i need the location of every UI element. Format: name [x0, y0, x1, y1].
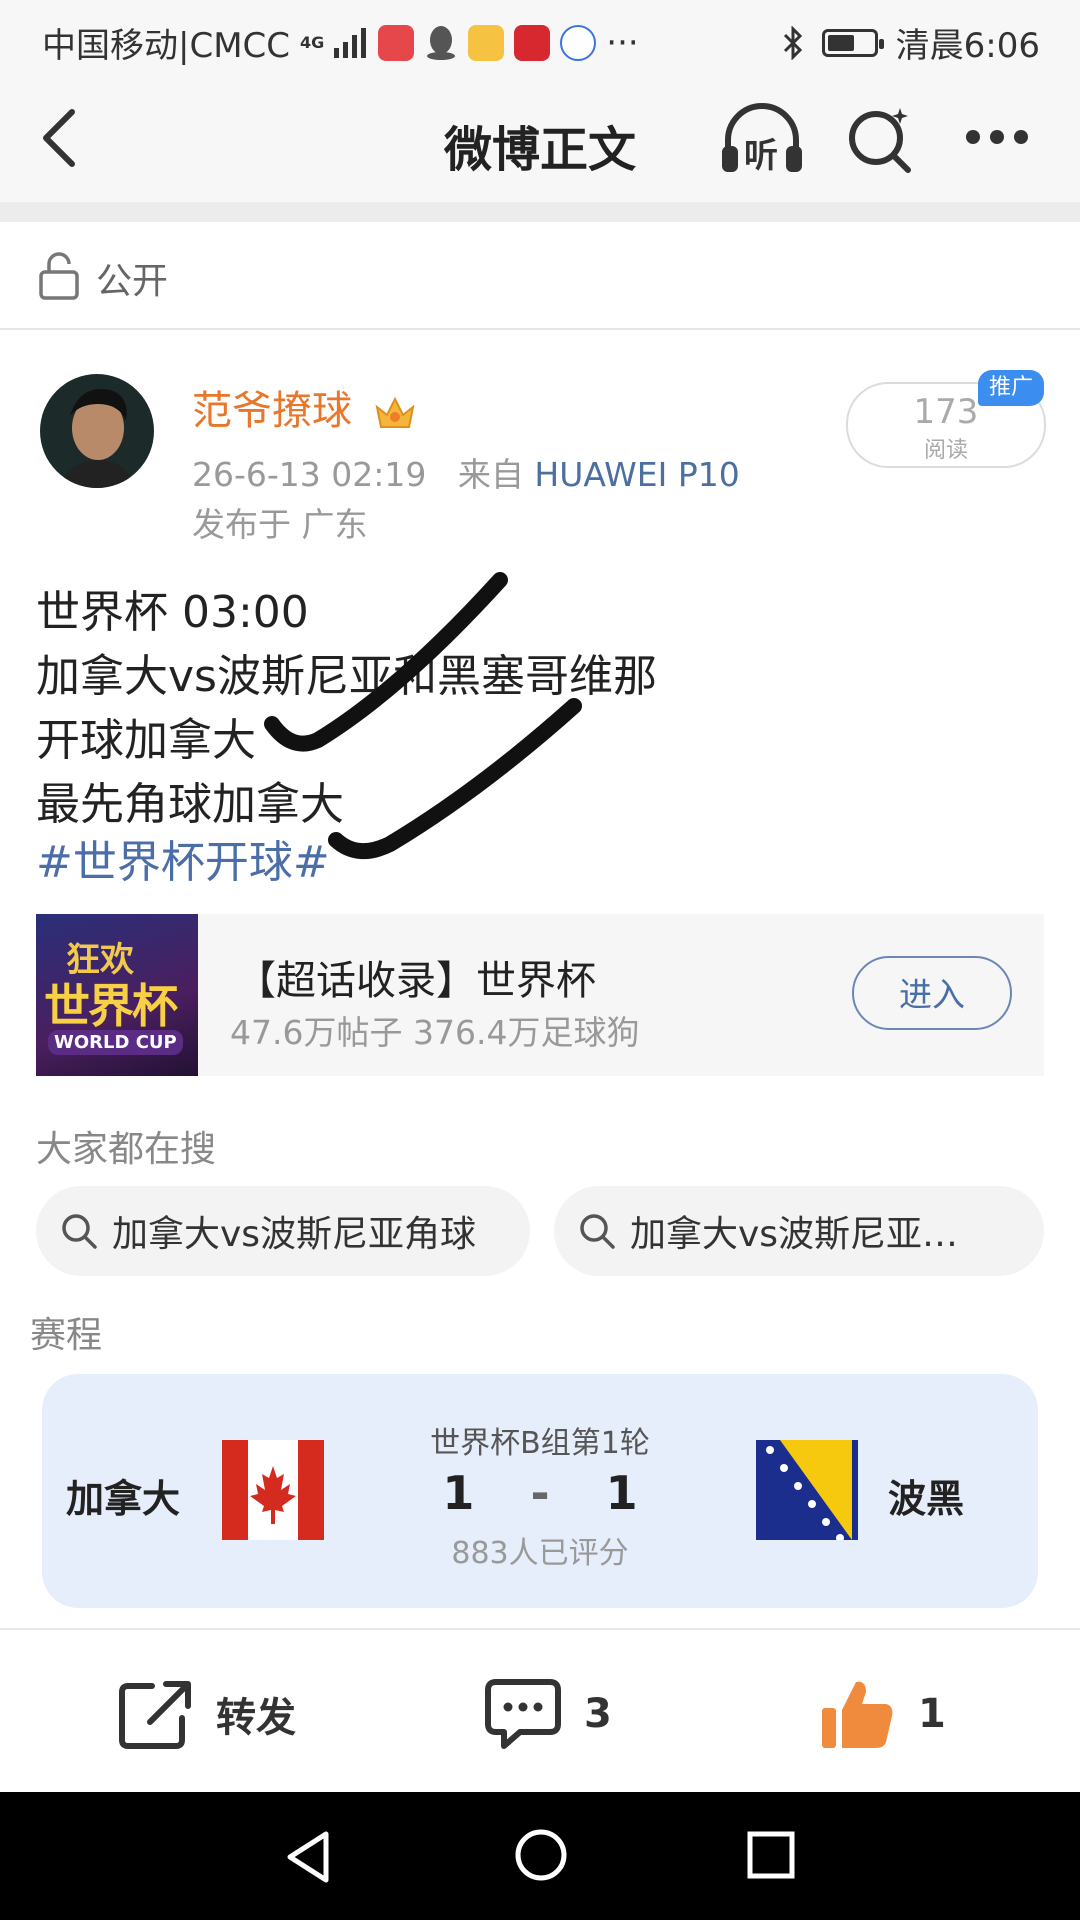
search-chip[interactable]: 加拿大vs波斯尼亚… [554, 1186, 1044, 1276]
match-ratings: 883人已评分 [451, 1536, 629, 1571]
search-chip[interactable]: 加拿大vs波斯尼亚角球 [36, 1186, 530, 1276]
repost-label: 转发 [216, 1695, 296, 1741]
source-prefix: 来自 [457, 455, 524, 494]
crown-icon [375, 396, 415, 428]
match-round: 世界杯B组第1轮 [430, 1426, 650, 1461]
search-icon [580, 1214, 615, 1249]
search-chip-label: 加拿大vs波斯尼亚… [630, 1214, 959, 1255]
leisu-icon [514, 24, 551, 61]
battery-icon [821, 28, 884, 57]
hot-search-heading: 大家都在搜 [36, 1129, 217, 1170]
top-nav-bar: 微博正文 听 [0, 76, 1080, 202]
like-count: 1 [918, 1691, 946, 1737]
post-meta: 26-6-13 02:19 来自 HUAWEI P10 [192, 448, 740, 496]
comment-button[interactable]: 3 [484, 1666, 612, 1762]
topic-thumbnail: 狂欢 世界杯 WORLD CUP [36, 914, 198, 1076]
weibo-icon [468, 24, 505, 61]
clock: 清晨6:06 [895, 26, 1040, 66]
home-score: 1 [442, 1466, 475, 1520]
bluetooth-icon [783, 25, 802, 60]
topic-stats: 47.6万帖子 376.4万足球狗 [230, 1013, 640, 1052]
author-name[interactable]: 范爷撩球 [192, 378, 417, 436]
post-line: 世界杯 03:00 [36, 587, 309, 638]
lock-icon [39, 252, 79, 300]
nav-recent-icon[interactable] [746, 1830, 796, 1880]
avatar[interactable] [40, 374, 154, 488]
post-timestamp: 26-6-13 02:19 [192, 455, 427, 494]
post-line: 最先角球加拿大 [36, 779, 344, 830]
section-gap [0, 202, 1080, 222]
page-title: 微博正文 [443, 122, 636, 178]
listen-button[interactable]: 听 [720, 102, 804, 178]
search-icon[interactable] [848, 104, 914, 174]
comment-count: 3 [584, 1691, 612, 1737]
divider [0, 1628, 1080, 1630]
more-icon[interactable] [964, 126, 1030, 148]
repost-button[interactable]: 转发 [118, 1666, 296, 1762]
source-device[interactable]: HUAWEI P10 [534, 455, 739, 494]
topic-title: 【超话收录】世界杯 [236, 958, 596, 1004]
carrier-label: 中国移动|CMCC [42, 26, 291, 66]
score-separator: - [530, 1466, 550, 1520]
visibility-row: 公开 [0, 222, 1080, 330]
baidu-icon [560, 24, 597, 61]
more-notifications: ··· [606, 22, 639, 63]
like-button[interactable]: 1 [818, 1666, 946, 1762]
super-topic-card[interactable]: 狂欢 世界杯 WORLD CUP 【超话收录】世界杯 47.6万帖子 376.4… [36, 914, 1044, 1076]
away-score: 1 [605, 1466, 638, 1520]
post-line: 加拿大vs波斯尼亚和黑塞哥维那 [36, 651, 657, 702]
read-label: 阅读 [923, 438, 968, 463]
away-team: 波黑 [888, 1477, 965, 1521]
status-bar: 中国移动|CMCC 4G ··· 清晨6:06 [0, 0, 1080, 76]
bosnia-flag-icon [756, 1440, 858, 1540]
nav-back-icon[interactable] [284, 1830, 332, 1884]
post-hashtag[interactable]: #世界杯开球# [36, 826, 330, 890]
topic-thumb-line2: 世界杯 [44, 979, 178, 1033]
qq-icon [427, 25, 456, 60]
system-navigation-bar [0, 1792, 1080, 1920]
author-name-text[interactable]: 范爷撩球 [192, 388, 352, 434]
repost-icon [119, 1681, 191, 1749]
like-icon [822, 1681, 893, 1748]
huawei-store-icon [378, 24, 415, 61]
topic-thumb-line3: WORLD CUP [48, 1030, 183, 1055]
enter-topic-button[interactable]: 进入 [852, 956, 1012, 1030]
schedule-heading: 赛程 [30, 1315, 103, 1356]
search-icon [62, 1214, 97, 1249]
post-line: 开球加拿大 [36, 715, 256, 766]
promo-badge: 推广 [978, 370, 1044, 406]
search-chip-label: 加拿大vs波斯尼亚角球 [112, 1214, 477, 1255]
signal-icon [334, 27, 367, 58]
post-location: 发布于 广东 [192, 505, 368, 544]
avatar-image [40, 374, 154, 488]
visibility-label: 公开 [96, 261, 169, 302]
listen-label: 听 [744, 136, 778, 176]
comment-icon [485, 1679, 561, 1749]
nav-home-icon[interactable] [514, 1828, 568, 1882]
network-label: 4G [300, 32, 325, 52]
